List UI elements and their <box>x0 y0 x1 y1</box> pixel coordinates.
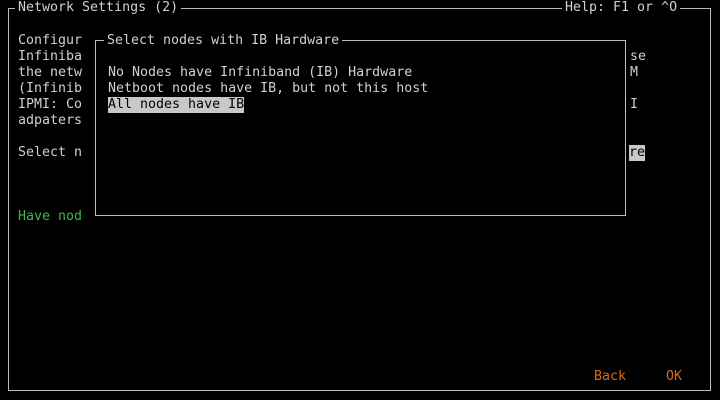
back-button[interactable]: Back <box>594 369 626 385</box>
bg-text-line-3: the netw <box>18 65 83 80</box>
bg-text-fragment-right-2: M <box>630 65 639 80</box>
select-prompt: Select n <box>18 145 83 160</box>
bg-text-line-6: adpaters <box>18 113 83 128</box>
dialog-title: Select nodes with IB Hardware <box>104 33 343 49</box>
bg-text-line-5: IPMI: Co <box>18 97 83 112</box>
window-title: Network Settings (2) <box>15 0 182 16</box>
option-all-ib[interactable]: All nodes have IB <box>108 97 245 113</box>
bg-text-line-2: Infiniba <box>18 49 83 64</box>
select-field-highlight[interactable]: re <box>629 145 646 161</box>
option-netboot-ib[interactable]: Netboot nodes have IB, but not this host <box>108 81 428 97</box>
bg-text-line-1: Configur <box>18 33 83 48</box>
ok-button[interactable]: OK <box>666 369 682 385</box>
help-hint: Help: F1 or ^O <box>562 0 681 16</box>
bg-text-fragment-right-1: se <box>630 49 647 64</box>
option-no-ib[interactable]: No Nodes have Infiniband (IB) Hardware <box>108 65 412 81</box>
bg-text-line-4: (Infinib <box>18 81 83 96</box>
status-message: Have nod <box>18 209 83 224</box>
bg-text-fragment-right-3: I <box>630 97 639 112</box>
